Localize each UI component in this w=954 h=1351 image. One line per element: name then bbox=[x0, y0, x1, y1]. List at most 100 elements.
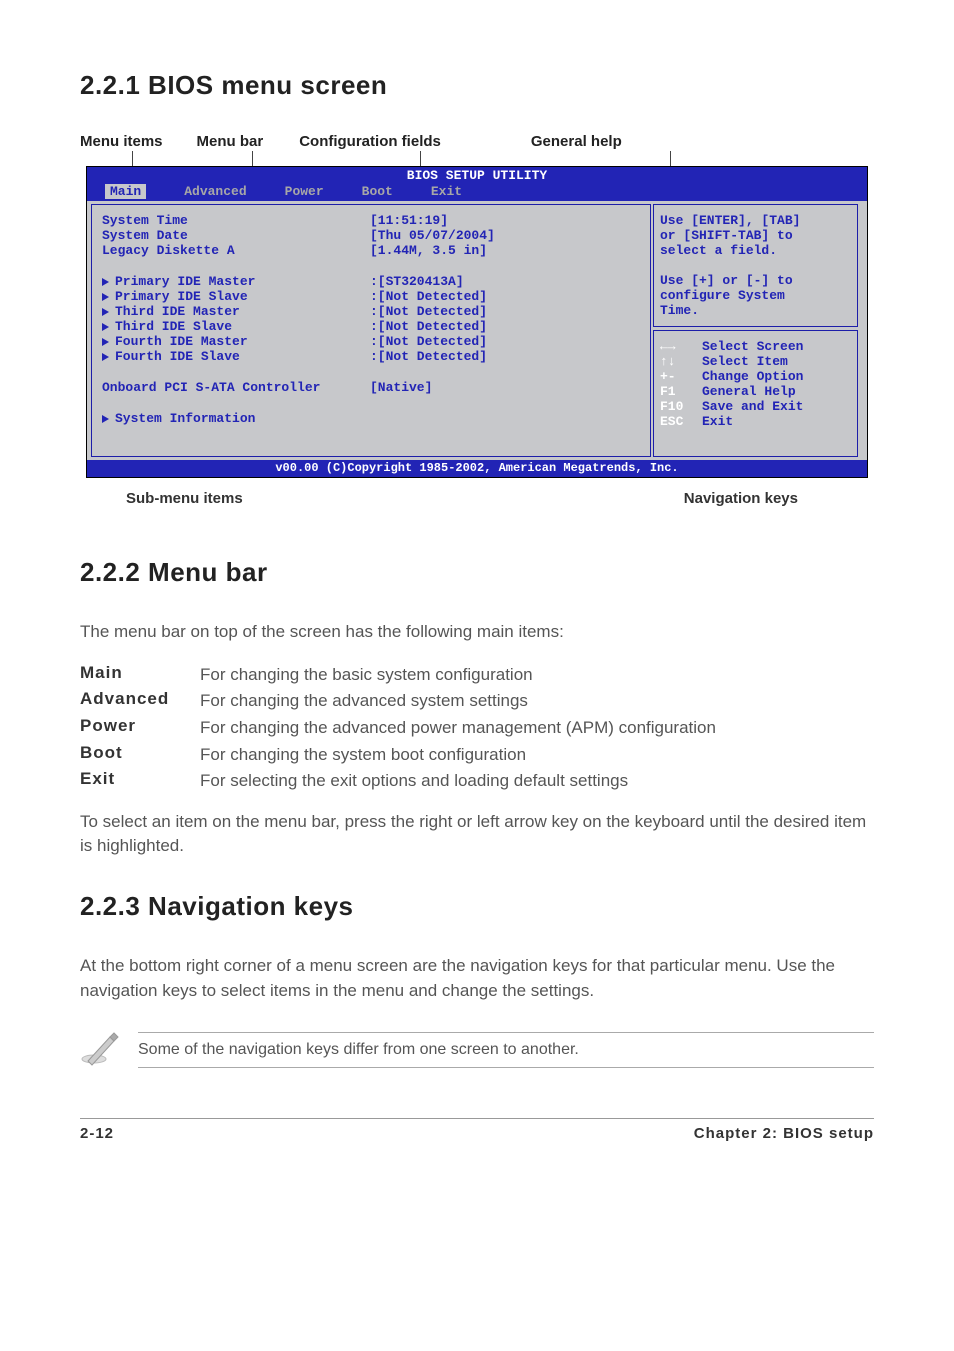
bios-nav-row: ↑↓Select Item bbox=[660, 354, 851, 369]
menubar-def-desc: For changing the advanced system setting… bbox=[200, 689, 874, 714]
menubar-def-row: AdvancedFor changing the advanced system… bbox=[80, 689, 874, 714]
bios-help-line: Use [ENTER], [TAB] bbox=[660, 213, 851, 228]
menubar-def-term: Main bbox=[80, 663, 200, 688]
bios-footer: v00.00 (C)Copyright 1985-2002, American … bbox=[87, 460, 867, 477]
bios-nav-desc: Select Screen bbox=[702, 339, 803, 354]
menubar-def-desc: For selecting the exit options and loadi… bbox=[200, 769, 874, 794]
bios-menu-bar: Main Advanced Power Boot Exit bbox=[87, 184, 867, 201]
bios-tab-power: Power bbox=[285, 184, 324, 199]
bios-nav-row: F1General Help bbox=[660, 384, 851, 399]
bios-item-value: [1.44M, 3.5 in] bbox=[370, 243, 487, 258]
note-text: Some of the navigation keys differ from … bbox=[138, 1032, 874, 1068]
bios-right-pane: Use [ENTER], [TAB]or [SHIFT-TAB] toselec… bbox=[653, 204, 858, 457]
bios-help-box: Use [ENTER], [TAB]or [SHIFT-TAB] toselec… bbox=[653, 204, 858, 327]
bios-item-label: Legacy Diskette A bbox=[102, 243, 235, 258]
bios-item-row: System Information bbox=[102, 411, 644, 426]
bios-top-labels: Menu items Menu bar Configuration fields… bbox=[80, 133, 880, 150]
bios-item-row: Fourth IDE Master :[Not Detected] bbox=[102, 334, 644, 349]
bios-item-value: [Thu 05/07/2004] bbox=[370, 228, 495, 243]
page-number: 2-12 bbox=[80, 1125, 114, 1142]
bios-nav-row: F10Save and Exit bbox=[660, 399, 851, 414]
bios-title-bar: BIOS SETUP UTILITY bbox=[87, 167, 867, 184]
bios-tab-exit: Exit bbox=[431, 184, 462, 199]
section-heading-222: 2.2.2 Menu bar bbox=[80, 557, 874, 588]
menubar-def-term: Exit bbox=[80, 769, 200, 794]
bios-help-line: or [SHIFT-TAB] to bbox=[660, 228, 851, 243]
bios-item-row: Third IDE Slave :[Not Detected] bbox=[102, 319, 644, 334]
bios-nav-row: ESCExit bbox=[660, 414, 851, 429]
bios-nav-key: ESC bbox=[660, 414, 702, 429]
menubar-definitions: MainFor changing the basic system config… bbox=[80, 663, 874, 794]
label-general-help: General help bbox=[531, 133, 622, 150]
menubar-def-term: Boot bbox=[80, 743, 200, 768]
submenu-triangle-icon bbox=[102, 338, 109, 346]
bios-item-label: Primary IDE Master bbox=[115, 274, 255, 289]
bios-nav-key: ←→ bbox=[660, 339, 702, 354]
bios-nav-row: +-Change Option bbox=[660, 369, 851, 384]
bios-item-label: System Time bbox=[102, 213, 188, 228]
menubar-intro: The menu bar on top of the screen has th… bbox=[80, 620, 874, 645]
bios-item-row: Third IDE Master:[Not Detected] bbox=[102, 304, 644, 319]
bios-item-label: System Information bbox=[115, 411, 255, 426]
bios-item-value: :[Not Detected] bbox=[370, 334, 487, 349]
bios-tab-main: Main bbox=[105, 184, 146, 199]
bios-nav-desc: Exit bbox=[702, 414, 733, 429]
bios-item-label: Primary IDE Slave bbox=[115, 289, 248, 304]
chapter-title: Chapter 2: BIOS setup bbox=[694, 1125, 874, 1142]
label-menu-items: Menu items bbox=[80, 133, 163, 150]
bios-item-label: Onboard PCI S-ATA Controller bbox=[102, 380, 320, 395]
bios-item-label: Fourth IDE Slave bbox=[115, 349, 240, 364]
bios-item-value: :[Not Detected] bbox=[370, 319, 487, 334]
bios-help-line: Use [+] or [-] to bbox=[660, 273, 851, 288]
bios-item-row: System Time [11:51:19] bbox=[102, 213, 644, 228]
bios-tab-advanced: Advanced bbox=[184, 184, 246, 199]
bios-help-line: configure System bbox=[660, 288, 851, 303]
bios-item-label: Third IDE Slave bbox=[115, 319, 232, 334]
bios-nav-desc: Select Item bbox=[702, 354, 788, 369]
menubar-def-desc: For changing the advanced power manageme… bbox=[200, 716, 874, 741]
submenu-triangle-icon bbox=[102, 293, 109, 301]
label-submenu-items: Sub-menu items bbox=[126, 490, 243, 507]
menubar-def-term: Power bbox=[80, 716, 200, 741]
section-heading-223: 2.2.3 Navigation keys bbox=[80, 891, 874, 922]
bios-item-row: Onboard PCI S-ATA Controller [Native] bbox=[102, 380, 644, 395]
submenu-triangle-icon bbox=[102, 308, 109, 316]
menubar-para: To select an item on the menu bar, press… bbox=[80, 810, 874, 859]
bios-nav-desc: Save and Exit bbox=[702, 399, 803, 414]
bios-item-row: Primary IDE Master:[ST320413A] bbox=[102, 274, 644, 289]
bios-tab-boot: Boot bbox=[362, 184, 393, 199]
submenu-triangle-icon bbox=[102, 415, 109, 423]
bios-help-line: select a field. bbox=[660, 243, 851, 258]
bios-item-label: System Date bbox=[102, 228, 188, 243]
bios-bottom-labels: Sub-menu items Navigation keys bbox=[86, 490, 868, 507]
bios-nav-key: F1 bbox=[660, 384, 702, 399]
bios-item-label: Fourth IDE Master bbox=[115, 334, 248, 349]
menubar-def-row: MainFor changing the basic system config… bbox=[80, 663, 874, 688]
bios-item-value: :[Not Detected] bbox=[370, 349, 487, 364]
bios-item-value: :[Not Detected] bbox=[370, 289, 487, 304]
bios-nav-box: ←→Select Screen↑↓Select Item+-Change Opt… bbox=[653, 330, 858, 457]
bios-item-row: Fourth IDE Slave :[Not Detected] bbox=[102, 349, 644, 364]
bios-item-label: Third IDE Master bbox=[115, 304, 240, 319]
pencil-icon bbox=[80, 1027, 120, 1072]
bios-item-row: Legacy Diskette A [1.44M, 3.5 in] bbox=[102, 243, 644, 258]
bios-nav-row: ←→Select Screen bbox=[660, 339, 851, 354]
label-nav-keys: Navigation keys bbox=[684, 490, 798, 507]
bios-item-row: System Date [Thu 05/07/2004] bbox=[102, 228, 644, 243]
bios-body: System Time [11:51:19] System Date [Thu 05/… bbox=[87, 201, 867, 460]
bios-nav-desc: Change Option bbox=[702, 369, 803, 384]
menubar-def-row: PowerFor changing the advanced power man… bbox=[80, 716, 874, 741]
bios-help-line bbox=[660, 258, 851, 273]
label-config-fields: Configuration fields bbox=[299, 133, 441, 150]
bios-item-row: Primary IDE Slave :[Not Detected] bbox=[102, 289, 644, 304]
submenu-triangle-icon bbox=[102, 323, 109, 331]
bios-nav-key: ↑↓ bbox=[660, 354, 702, 369]
navkeys-para: At the bottom right corner of a menu scr… bbox=[80, 954, 874, 1003]
bios-item-value: [11:51:19] bbox=[370, 213, 448, 228]
label-menu-bar: Menu bar bbox=[197, 133, 264, 150]
section-heading-221: 2.2.1 BIOS menu screen bbox=[80, 70, 874, 101]
menubar-def-term: Advanced bbox=[80, 689, 200, 714]
page-footer: 2-12 Chapter 2: BIOS setup bbox=[80, 1118, 874, 1142]
bios-help-line: Time. bbox=[660, 303, 851, 318]
menubar-def-row: BootFor changing the system boot configu… bbox=[80, 743, 874, 768]
